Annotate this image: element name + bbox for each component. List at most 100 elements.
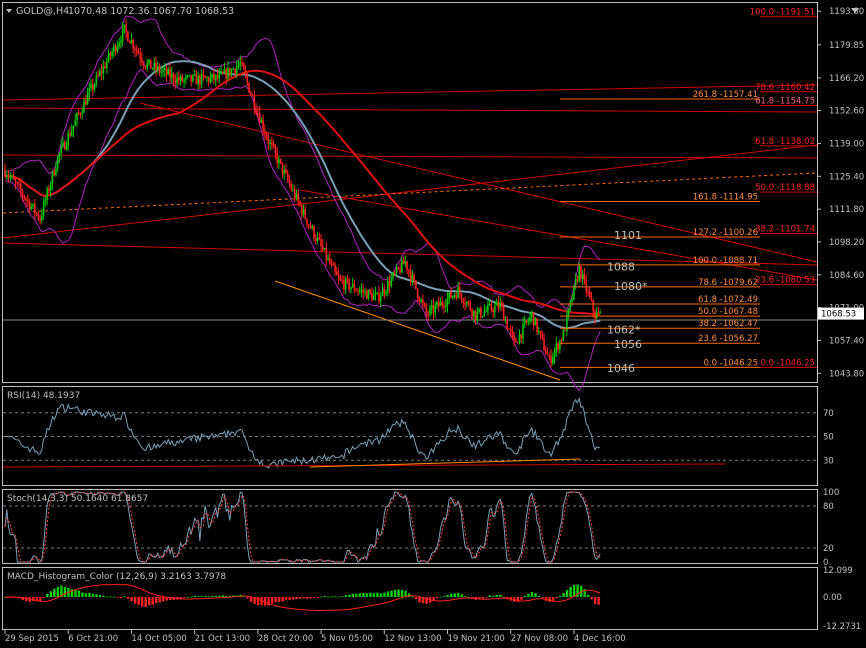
candle-body [225,69,228,79]
candle-body [155,62,157,70]
candle-body [473,310,475,317]
candle-body [283,169,285,174]
candle-body [462,299,465,304]
candle-body [594,311,596,319]
candle-body [481,315,484,317]
candle-body [553,350,556,358]
candle-body [404,261,407,265]
candle-body [34,203,36,213]
candle-body [12,175,15,180]
candle-body [550,355,552,364]
candle-body [81,112,84,115]
candle-body [552,357,554,364]
candle-body [137,50,140,54]
candle-body [430,305,433,308]
macd-histogram-bar [330,596,333,598]
candle-body [56,156,59,170]
time-tick-label: 19 Nov 21:00 [447,634,504,644]
candle-body [437,302,440,307]
candle-body [488,304,491,306]
rsi-title: RSI(14) 48.1937 [7,391,80,401]
candle-body [69,133,71,136]
candle-body [250,92,252,95]
macd-histogram-bar [334,596,337,598]
macd-histogram-bar [499,594,502,597]
macd-histogram-bar [306,597,309,599]
trading-chart[interactable]: 261.8 -1157.41 161.8 -1114.95 127.2 -1100.… [0,0,866,648]
candle-body [304,208,307,219]
candle-body [390,278,393,287]
candle-body [267,138,270,145]
candle-body [156,66,159,70]
macd-histogram-bar [281,597,284,602]
candle-body [569,300,572,309]
price-tick-label: 1193.80 [829,7,864,17]
macd-histogram-bar [558,595,562,597]
macd-histogram-bar [400,589,404,597]
candle-body [188,75,191,77]
candle-body [436,302,438,306]
macd-histogram-bar [344,595,348,597]
macd-histogram-bar [288,597,291,600]
macd-histogram-bar [98,594,102,597]
candle-body [128,41,131,44]
candle-body [443,305,445,308]
candle-body [125,24,127,32]
macd-histogram-bar [218,595,221,597]
candle-body [99,71,101,76]
candle-body [330,263,333,265]
candle-body [185,76,187,80]
candle-body [116,46,119,52]
candle-body [72,125,75,131]
candle-body [365,290,368,299]
candle-body [16,182,19,184]
macd-histogram-bar [295,597,298,599]
candle-body [186,75,189,77]
candle-body [478,308,480,312]
macd-histogram-bar [418,597,421,603]
candle-body [529,316,531,322]
candle-body [183,79,185,82]
price-level-label: 1056 [614,338,642,351]
time-tick-label: 12 Nov 13:00 [384,634,441,644]
candle-body [367,290,370,299]
candle-body [439,301,442,307]
candle-body [199,75,201,85]
candle-body [158,66,161,73]
candle-body [476,311,479,320]
candle-body [100,71,103,74]
macd-histogram-bar [158,597,161,603]
fib-right-label: 23.6 -1080.53 [755,276,815,286]
candle-body [483,311,486,316]
candle-body [530,312,533,317]
candle-body [281,162,284,174]
candle-body [441,301,444,306]
candle-body [121,28,124,42]
candle-body [163,68,166,71]
macd-histogram-bar [527,593,530,597]
candle-body [545,350,547,355]
time-tick-label: 6 Oct 21:00 [68,634,118,644]
macd-histogram-bar [548,597,551,602]
candle-body [285,169,287,173]
candle-body [469,302,472,310]
macd-histogram-bar [193,595,197,597]
macd-histogram-bar [74,589,77,597]
fib-level-label: 23.6 -1056.27 [698,334,758,344]
price-tick-label: 1139.00 [829,139,864,149]
candle-body [23,195,26,199]
candle-body [425,306,428,315]
macd-histogram-bar [383,592,386,597]
candle-body [292,189,294,191]
candle-body [300,205,303,215]
candle-body [520,334,523,339]
candle-body [339,278,342,280]
candle-body [21,190,24,196]
candle-body [311,226,314,229]
fib-level-label: 78.6 -1079.62 [698,278,758,288]
candle-body [399,268,401,273]
macd-histogram-bar [183,597,186,599]
candle-body [63,142,66,150]
time-tick-label: 29 Sep 2015 [5,634,59,644]
candle-body [90,84,92,89]
